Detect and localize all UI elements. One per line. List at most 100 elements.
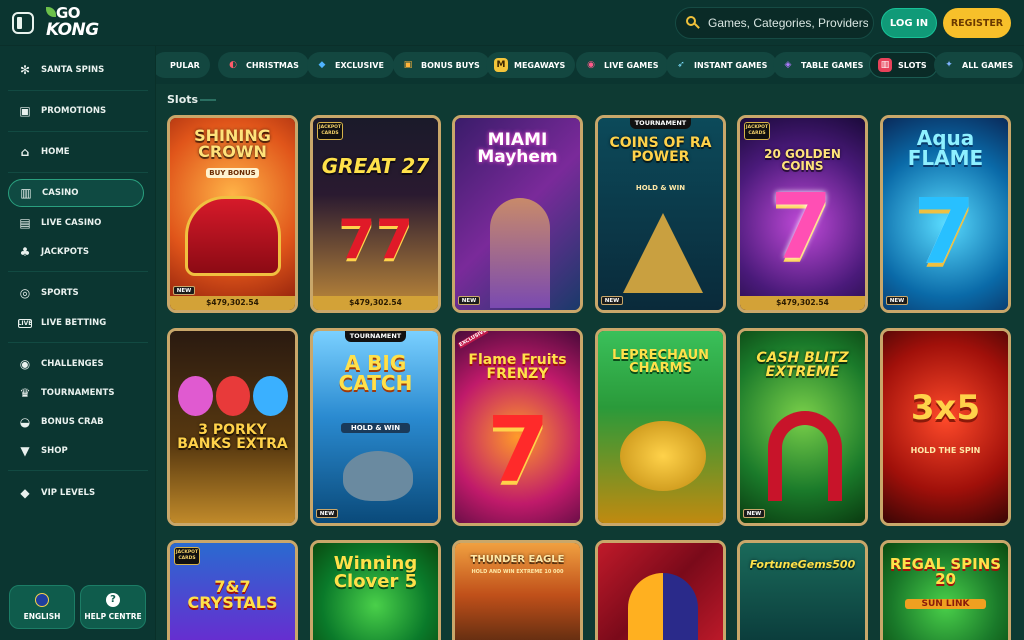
- language-label: ENGLISH: [23, 612, 61, 621]
- trophy-icon: ♛: [19, 386, 31, 400]
- category-chip-bonus-buys[interactable]: ▣ BONUS BUYS: [393, 52, 490, 78]
- game-card-3x5[interactable]: 3x5 HOLD THE SPIN: [880, 328, 1011, 526]
- game-card-aqua-flame[interactable]: Aqua FLAME 7 NEW: [880, 115, 1011, 313]
- game-card-miami-mayhem[interactable]: MIAMI Mayhem NEW: [452, 115, 583, 313]
- sidebar-item-label: SPORTS: [41, 288, 79, 298]
- new-badge: NEW: [316, 509, 338, 518]
- category-chip-instant-games[interactable]: ➶ INSTANT GAMES: [666, 52, 778, 78]
- sidebar-item-home[interactable]: ⌂ HOME: [8, 138, 144, 166]
- character-icon: [490, 198, 550, 308]
- game-card-coins-of-ra-power[interactable]: TOURNAMENT COINS OF RA POWER HOLD & WIN …: [595, 115, 726, 313]
- divider: [8, 90, 148, 91]
- sidebar-item-challenges[interactable]: ◉ CHALLENGES: [8, 350, 144, 378]
- game-card-jester[interactable]: [595, 540, 726, 640]
- category-chip-christmas[interactable]: ◐ CHRISTMAS: [218, 52, 309, 78]
- game-card-shining-crown[interactable]: SHINING CROWN BUY BONUS NEW $479,302.54: [167, 115, 298, 313]
- sidebar-item-label: CASINO: [42, 188, 79, 198]
- diamond-icon: ◆: [20, 486, 30, 500]
- new-badge: NEW: [173, 286, 195, 295]
- divider: [8, 131, 148, 132]
- category-chip-exclusive[interactable]: ◆ EXCLUSIVE: [307, 52, 394, 78]
- game-card-flame-fruits-frenzy[interactable]: EXCLUSIVE Flame Fruits FRENZY 7: [452, 328, 583, 526]
- sidebar-item-promotions[interactable]: ▣ PROMOTIONS: [8, 97, 144, 125]
- candy-icon: ◐: [229, 60, 237, 70]
- chip-label: CHRISTMAS: [246, 60, 299, 70]
- category-chip-live-games[interactable]: ◉ LIVE GAMES: [576, 52, 669, 78]
- ball-icon: ◎: [19, 286, 31, 300]
- category-bar: PULAR ◐ CHRISTMAS ◆ EXCLUSIVE ▣ BONUS BUYS …: [156, 46, 1024, 84]
- chip-label: INSTANT GAMES: [694, 60, 768, 70]
- sidebar-item-shop[interactable]: ▼ SHOP: [8, 437, 144, 465]
- game-title: 20 GOLDEN COINS: [764, 147, 841, 174]
- sidebar-item-sports[interactable]: ◎ SPORTS: [8, 279, 144, 307]
- seven-icon: 7: [487, 398, 550, 503]
- game-card-3-porky-banks[interactable]: 3 PORKY BANKS EXTRA: [167, 328, 298, 526]
- game-card-fortune-gems-500[interactable]: FortuneGems500: [737, 540, 868, 640]
- game-subtitle: SUN LINK: [905, 599, 986, 609]
- sidebar-item-casino[interactable]: ▥ CASINO: [8, 179, 144, 207]
- game-card-great-27[interactable]: JACKPOT CARDS GREAT 27 77 $479,302.54: [310, 115, 441, 313]
- new-badge: NEW: [743, 509, 765, 518]
- login-button[interactable]: LOG IN: [881, 8, 937, 38]
- sidebar-item-label: SHOP: [41, 446, 68, 456]
- chip-label: LIVE GAMES: [604, 60, 659, 70]
- register-button[interactable]: REGISTER: [943, 8, 1011, 38]
- question-icon: ?: [106, 593, 120, 607]
- game-card-regal-spins-20[interactable]: REGAL SPINS 20 SUN LINK: [880, 540, 1011, 640]
- divider: [8, 342, 148, 343]
- game-card-thunder-eagle[interactable]: THUNDER EAGLE HOLD AND WIN EXTREME 10 00…: [452, 540, 583, 640]
- site-logo[interactable]: GO KONG: [46, 6, 99, 40]
- crab-icon: ◒: [19, 415, 31, 429]
- sevens-icon: 77: [338, 208, 414, 271]
- sidebar-item-tournaments[interactable]: ♛ TOURNAMENTS: [8, 379, 144, 407]
- sidebar-item-label: PROMOTIONS: [41, 106, 107, 116]
- sidebar-item-santa-spins[interactable]: ✻ SANTA SPINS: [8, 56, 144, 84]
- sidebar-toggle-icon[interactable]: [12, 12, 34, 34]
- category-chip-table-games[interactable]: ◈ TABLE GAMES: [773, 52, 874, 78]
- category-chip-all-games[interactable]: ✦ ALL GAMES: [934, 52, 1024, 78]
- sidebar-item-bonus-crab[interactable]: ◒ BONUS CRAB: [8, 408, 144, 436]
- slot-icon: ▥: [20, 186, 32, 200]
- sidebar-item-live-casino[interactable]: ▤ LIVE CASINO: [8, 209, 144, 237]
- game-card-leprechaun-charms[interactable]: LEPRECHAUN CHARMS: [595, 328, 726, 526]
- game-title: REGAL SPINS 20: [889, 555, 1002, 589]
- gift-icon: ▣: [19, 104, 31, 118]
- game-subtitle: BUY BONUS: [206, 168, 259, 178]
- game-subtitle: HOLD THE SPIN: [910, 446, 981, 455]
- game-title: Winning Clover 5: [333, 553, 418, 593]
- sidebar-item-label: HOME: [41, 147, 70, 157]
- game-title: GREAT 27: [321, 154, 430, 178]
- seven-icon: 7: [913, 180, 976, 285]
- top-bar: GO KONG LOG IN REGISTER: [0, 0, 1024, 46]
- sidebar-item-label: SANTA SPINS: [41, 65, 105, 75]
- search-icon: [686, 16, 700, 30]
- game-subtitle: HOLD & WIN: [635, 184, 686, 192]
- sidebar-item-live-betting[interactable]: LIVE LIVE BETTING: [8, 309, 144, 337]
- tournament-tag: TOURNAMENT: [345, 331, 406, 342]
- sidebar-item-vip-levels[interactable]: ◆ VIP LEVELS: [8, 479, 144, 507]
- chip-label: MEGAWAYS: [514, 60, 566, 70]
- game-card-cash-blitz-extreme[interactable]: CASH BLITZ EXTREME NEW: [737, 328, 868, 526]
- game-card-7-7-crystals[interactable]: JACKPOT CARDS 7&7 CRYSTALS: [167, 540, 298, 640]
- game-title: THUNDER EAGLE: [470, 554, 565, 565]
- slot-machine-icon: ▥: [878, 58, 892, 72]
- search-input[interactable]: [708, 16, 868, 30]
- help-centre-button[interactable]: ? HELP CENTRE: [80, 585, 146, 629]
- game-card-winning-clover-5[interactable]: Winning Clover 5: [310, 540, 441, 640]
- divider: [8, 271, 148, 272]
- live-icon: LIVE: [17, 318, 33, 328]
- sidebar-item-label: VIP LEVELS: [41, 488, 96, 498]
- category-chip-popular[interactable]: PULAR: [156, 52, 210, 78]
- game-card-20-golden-coins[interactable]: JACKPOT CARDS 20 GOLDEN COINS 7 $479,302.…: [737, 115, 868, 313]
- game-subtitle: HOLD & WIN: [341, 423, 410, 433]
- dice-icon: ◈: [784, 60, 792, 70]
- language-button[interactable]: ENGLISH: [9, 585, 75, 629]
- app-root: GO KONG LOG IN REGISTER ✻ SANTA SPINS ▣ PR…: [0, 0, 1024, 640]
- target-icon: ◉: [19, 357, 31, 371]
- search-box[interactable]: [675, 7, 874, 39]
- sidebar-item-jackpots[interactable]: ♣ JACKPOTS: [8, 238, 144, 266]
- category-chip-slots[interactable]: ▥ SLOTS: [869, 52, 938, 78]
- game-card-a-big-catch[interactable]: TOURNAMENT A BIG CATCH HOLD & WIN NEW: [310, 328, 441, 526]
- logo-text-bottom: KONG: [46, 20, 99, 40]
- category-chip-megaways[interactable]: M MEGAWAYS: [486, 52, 576, 78]
